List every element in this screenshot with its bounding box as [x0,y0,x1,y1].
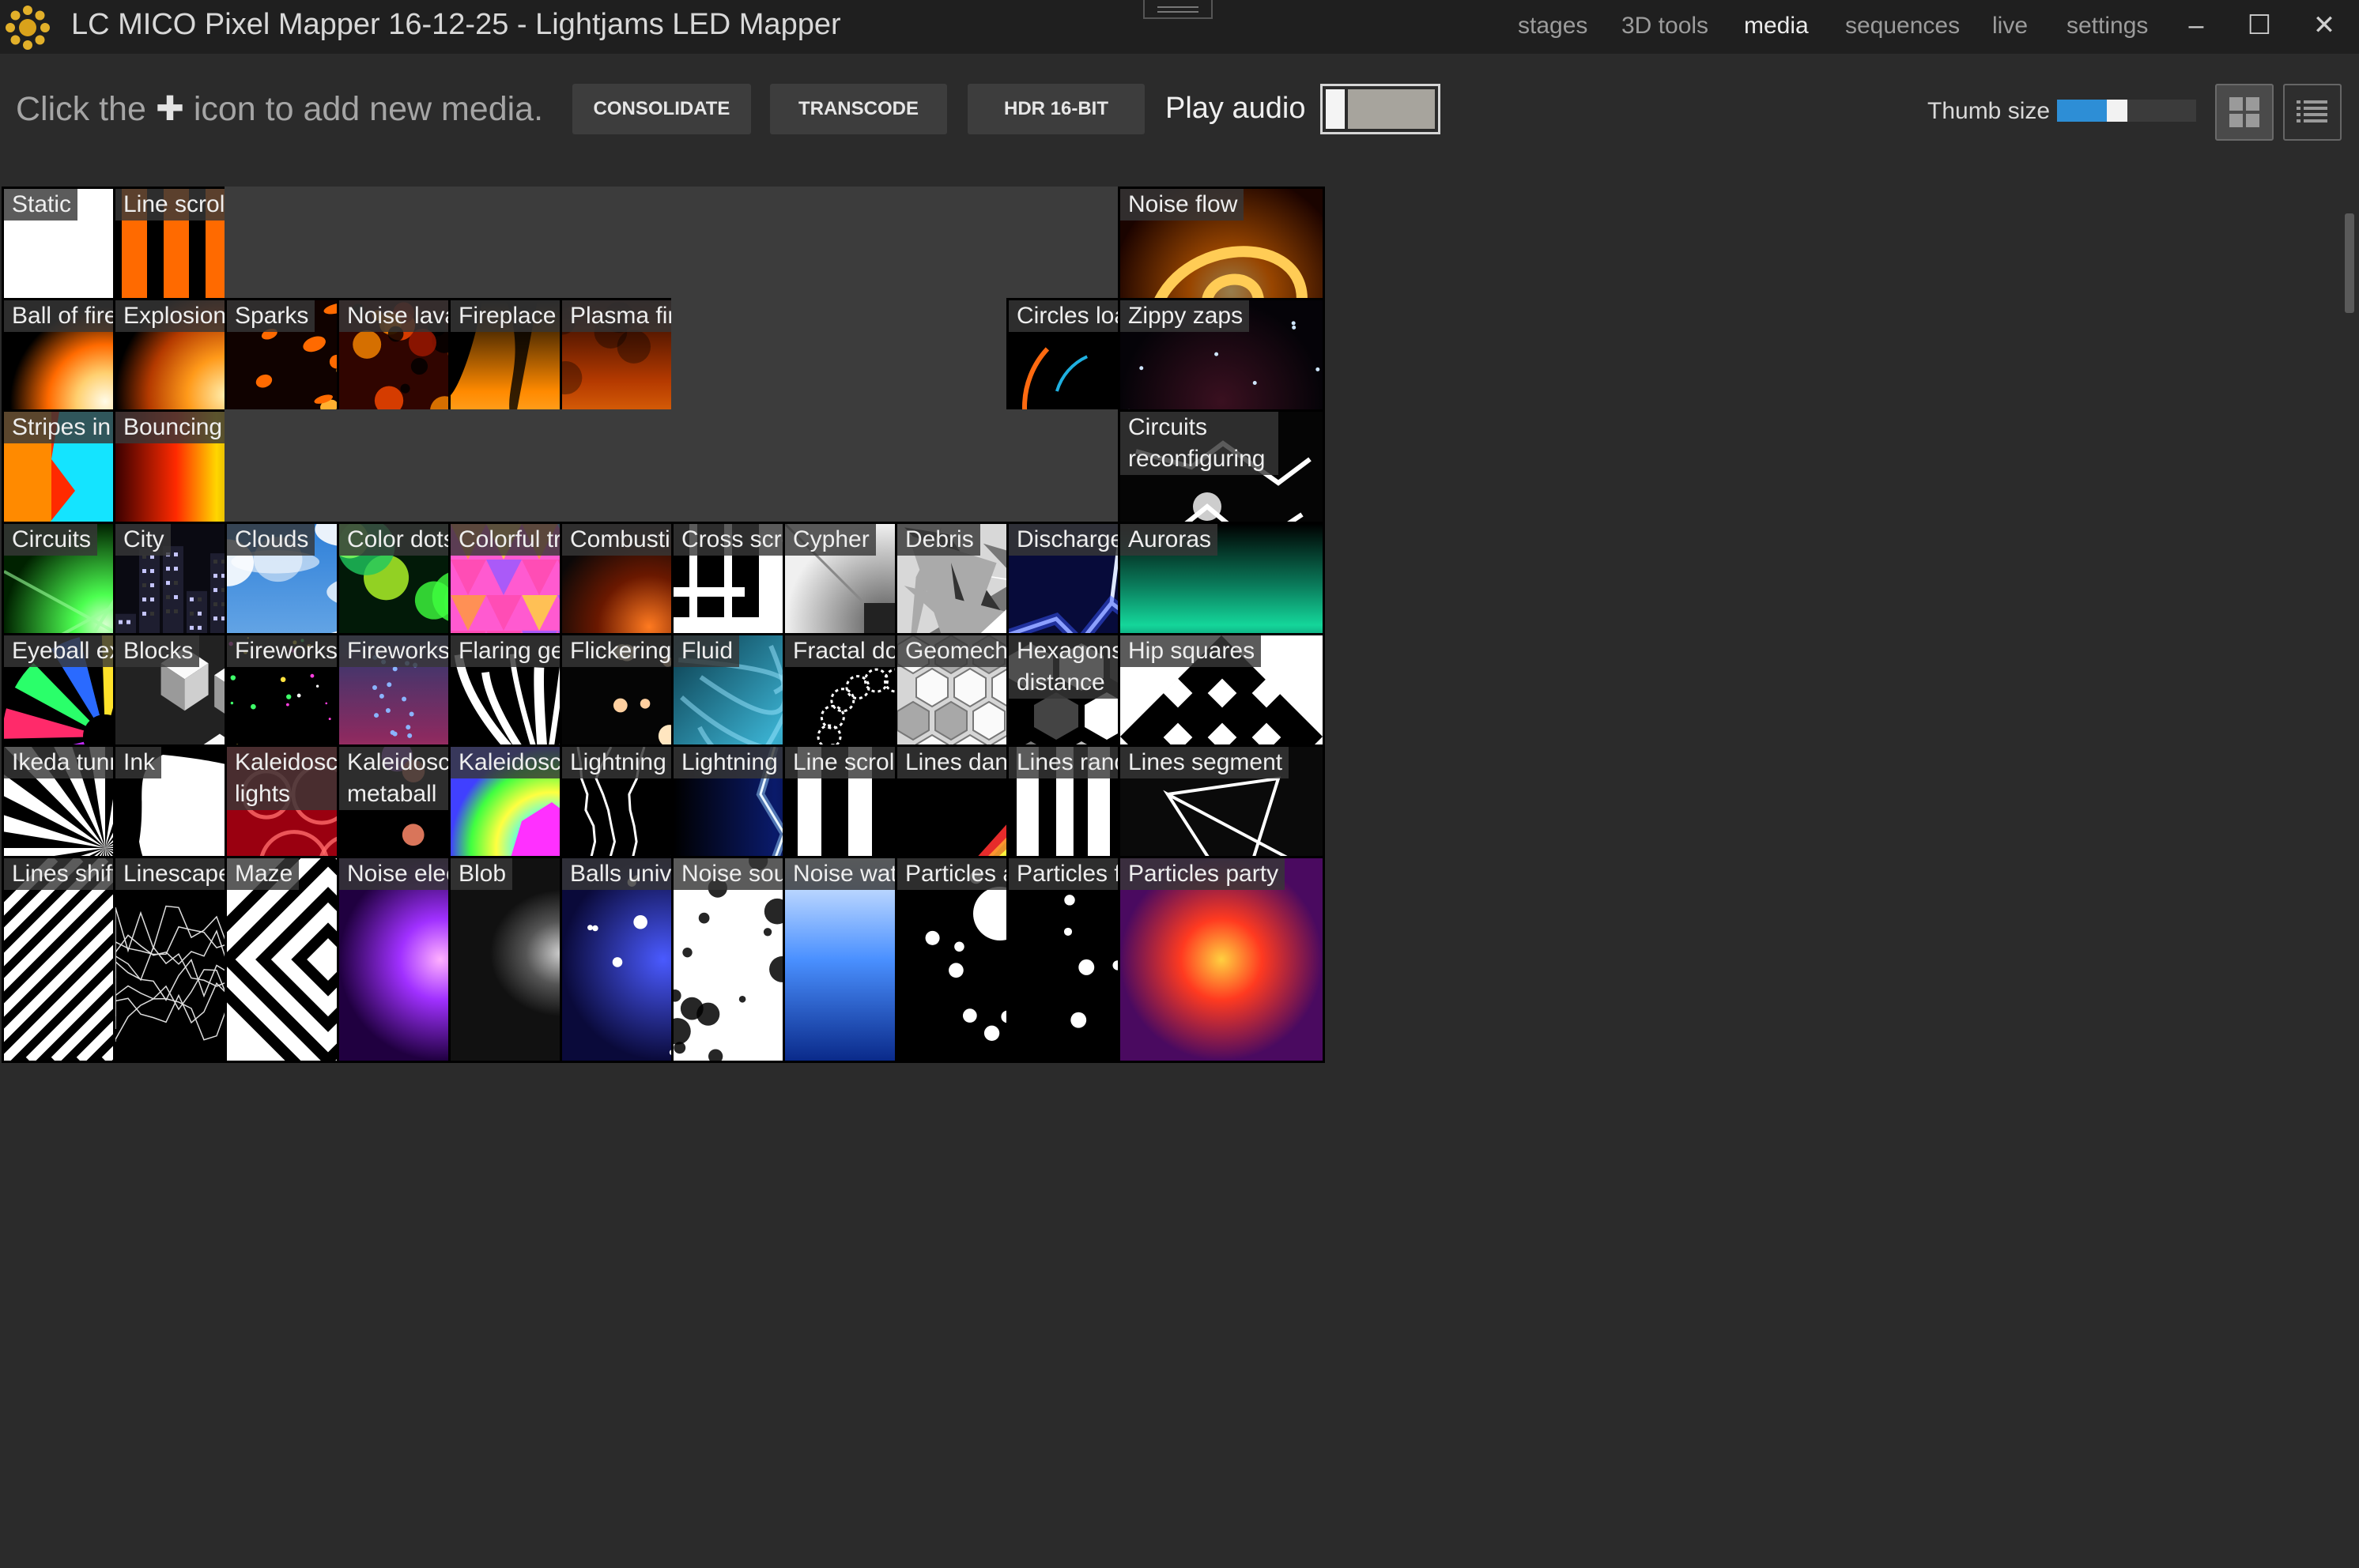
slider-thumb[interactable] [2106,100,2127,122]
media-name-label: Noise lava [339,300,465,332]
plus-icon: ✚ [155,90,184,128]
nav-live[interactable]: live [1992,13,2028,40]
vertical-scrollbar[interactable] [2345,213,2354,313]
list-view-icon [2297,100,2327,122]
media-name-label: Color dots [339,524,462,556]
window-title: LC MICO Pixel Mapper 16-12-25 - Lightjam… [71,8,841,41]
close-button[interactable]: ✕ [2308,8,2340,43]
media-name-label: Lightning [674,747,784,778]
play-audio-label: Play audio [1165,92,1306,125]
media-name-label: Blocks [115,635,200,667]
title-bar: LC MICO Pixel Mapper 16-12-25 - Lightjam… [0,0,2359,54]
media-name-label: Cypher [785,524,876,556]
nav-sequences[interactable]: sequences [1845,13,1960,40]
drag-handle-icon[interactable] [1143,0,1213,19]
media-name-label: Circuits reconfiguring [1120,412,1278,475]
media-name-label: Zippy zaps [1120,300,1250,332]
media-name-label: Sparks [227,300,315,332]
maximize-button[interactable]: ☐ [2244,8,2275,43]
list-view-button[interactable] [2283,84,2342,141]
hint-text-before: Click the [16,90,156,128]
media-name-label: Static [4,189,78,220]
media-name-label: Ball of fire [4,300,124,332]
media-name-label: City [115,524,171,556]
media-name-label: Maze [227,858,300,890]
add-media-hint: Click the ✚ icon to add new media. [16,89,543,129]
media-name-label: Lines segment [1120,747,1289,778]
hdr-16-bit-button[interactable]: HDR 16-BIT [968,84,1145,134]
nav-stages[interactable]: stages [1518,13,1587,40]
nav-media[interactable]: media [1744,13,1809,40]
nav-settings[interactable]: settings [2066,13,2148,40]
media-name-label: Clouds [227,524,315,556]
media-name-label: Particles party [1120,858,1285,890]
media-name-label: Fireplace [451,300,563,332]
media-name-label: Debris [897,524,980,556]
toggle-knob [1326,89,1345,129]
nav-3d-tools[interactable]: 3D tools [1621,13,1708,40]
media-name-label: Blob [451,858,513,890]
media-name-label: Line scroll [785,747,907,778]
media-name-label: Auroras [1120,524,1218,556]
media-grid: Static1Line scroll2345678910Noise flow11… [0,185,2343,1568]
hint-text-after: icon to add new media. [183,90,544,128]
media-name-label: Linescape [115,858,238,890]
media-name-label: Discharge [1009,524,1130,556]
media-name-label: Hip squares [1120,635,1262,667]
media-name-label: Line scroll [115,189,237,220]
grid-view-button[interactable] [2215,84,2274,141]
toggle-track [1348,89,1435,129]
media-toolbar: Click the ✚ icon to add new media. CONSO… [0,54,2359,166]
thumb-size-slider[interactable] [2057,100,2196,122]
media-name-label: Explosion [115,300,233,332]
play-audio-toggle[interactable] [1320,84,1440,134]
transcode-button[interactable]: TRANSCODE [770,84,947,134]
minimize-button[interactable]: – [2180,8,2212,43]
lightjams-logo-icon [6,6,50,50]
media-name-label: Fireworks [227,635,345,667]
media-name-label: Ink [115,747,162,778]
thumb-size-label: Thumb size [1927,98,2051,124]
media-name-label: Circuits [4,524,98,556]
media-name-label: Fluid [674,635,740,667]
media-name-label: Noise flow [1120,189,1244,220]
consolidate-button[interactable]: CONSOLIDATE [572,84,751,134]
grid-view-icon [2229,97,2259,127]
media-tile[interactable]: Particles party [1118,856,1325,1063]
